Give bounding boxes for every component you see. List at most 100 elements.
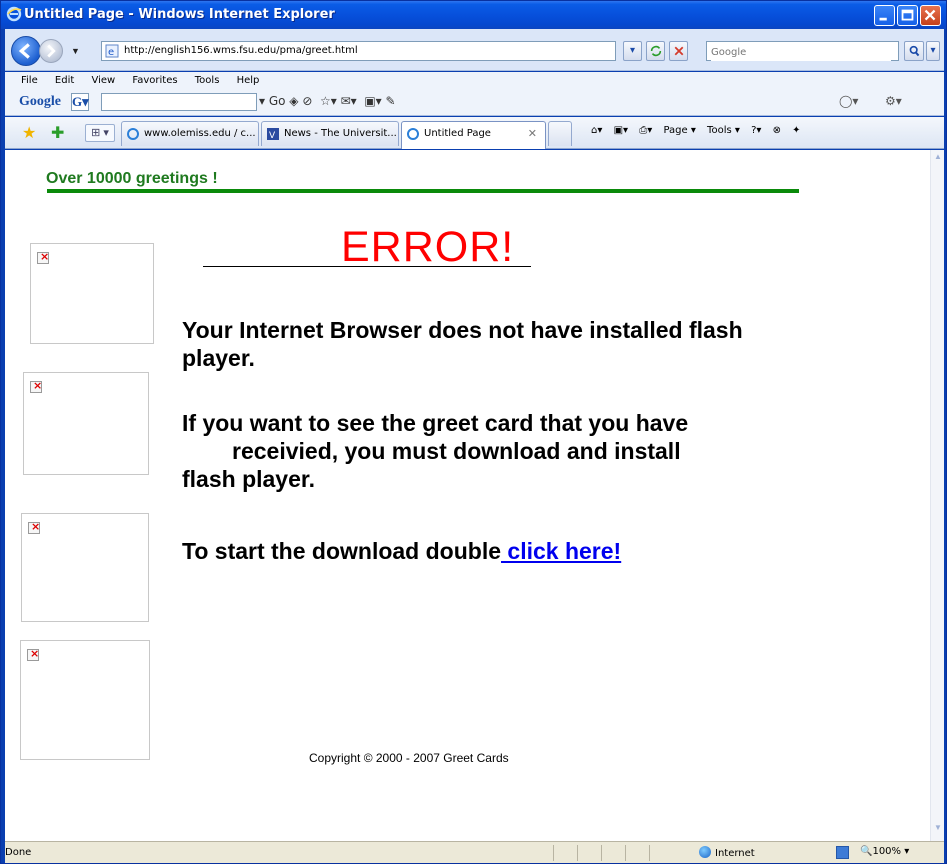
protected-mode-icon [836,846,849,859]
status-divider [601,845,602,861]
status-text: Done [5,847,32,858]
vertical-scrollbar[interactable]: ▲ ▼ [930,150,944,841]
research-icon[interactable]: ⊗ [773,125,781,136]
google-go-button[interactable]: Go [269,94,286,108]
status-divider [553,845,554,861]
news-site-icon: V [267,128,279,141]
menu-file[interactable]: File [21,75,38,86]
instructions-line-1: If you want to see the greet card that y… [182,410,689,436]
error-title: ERROR! [341,223,515,271]
browser-window: Untitled Page - Windows Internet Explore… [0,0,947,864]
instructions-line-2: receivied, you must download and install [232,438,681,464]
maximize-icon [901,9,914,21]
flash-missing-message: Your Internet Browser does not have inst… [182,317,743,371]
help-icon[interactable]: ?▾ [751,125,761,136]
minimize-icon [879,17,887,21]
tab-label: Untitled Page [424,128,491,139]
google-toolbar: Google G▾ ▾ Go ◈ ⊘ ☆▾ ✉▾ ▣▾ ✎ ◯▾ ⚙▾ [19,93,919,113]
ie-page-icon [127,128,139,140]
close-window-button[interactable] [920,5,941,26]
broken-image-2 [23,372,149,475]
menu-area: File Edit View Favorites Tools Help Goog… [5,72,944,116]
window-title: Untitled Page - Windows Internet Explore… [24,7,335,22]
ie-page-icon [407,128,419,140]
command-bar: ⌂▾ ▣▾ ⎙▾ Page ▾ Tools ▾ ?▾ ⊗ ✦ [591,125,809,136]
broken-image-icon [28,520,40,534]
messenger-icon[interactable]: ✦ [792,125,800,136]
zone-label: Internet [715,848,755,859]
search-box[interactable] [706,41,899,61]
search-options-button[interactable]: ▾ [926,41,940,61]
search-input[interactable] [711,44,891,61]
instructions-line-3: flash player. [182,466,315,492]
zoom-value: 100% [872,846,902,857]
quick-tabs-button[interactable]: ⊞ ▾ [85,124,115,142]
copyright-text: Copyright © 2000 - 2007 Greet Cards [309,751,509,765]
address-bar[interactable]: e http://english156.wms.fsu.edu/pma/gree… [101,41,616,61]
tab-label: News - The Universit... [284,128,397,139]
tab-untitled-page[interactable]: Untitled Page ✕ [401,121,546,149]
maximize-button[interactable] [897,5,918,26]
svg-text:e: e [108,47,114,58]
google-search-input[interactable] [101,93,257,111]
ie-logo-icon [6,6,22,22]
print-icon[interactable]: ⎙▾ [639,125,652,136]
stop-button[interactable] [669,41,688,61]
internet-globe-icon [699,846,711,858]
search-button[interactable] [904,41,924,61]
menu-favorites[interactable]: Favorites [132,75,177,86]
zoom-level[interactable]: 🔍100% ▾ [860,846,909,857]
feeds-icon[interactable]: ▣▾ [614,125,628,136]
search-icon [909,45,919,57]
history-dropdown-icon[interactable]: ▼ [71,46,80,56]
tab-news[interactable]: V News - The Universit... [261,121,399,146]
scroll-up-arrow-icon[interactable]: ▲ [932,152,944,166]
scroll-down-arrow-icon[interactable]: ▼ [932,823,944,837]
home-icon[interactable]: ⌂▾ [591,125,602,136]
menu-tools[interactable]: Tools [195,75,220,86]
stop-icon [674,46,683,56]
google-toolbar-icons[interactable]: ▾ Go ◈ ⊘ ☆▾ ✉▾ ▣▾ ✎ [259,94,396,108]
forward-arrow-icon [47,44,56,58]
tab-bar: ★ ✚ ⊞ ▾ www.olemiss.edu / c... V News - … [5,117,944,149]
status-divider [625,845,626,861]
page-content: Over 10000 greetings ! ERROR! Your Inter… [5,150,930,841]
status-bar: Done Internet 🔍100% ▾ [5,841,944,863]
menu-bar: File Edit View Favorites Tools Help [21,75,273,91]
close-tab-icon[interactable]: ✕ [528,127,537,140]
broken-image-icon [30,379,42,393]
tab-olemiss[interactable]: www.olemiss.edu / c... [121,121,259,146]
refresh-icon [650,45,661,57]
address-dropdown-button[interactable]: ▾ [623,41,642,61]
url-text[interactable]: http://english156.wms.fsu.edu/pma/greet.… [124,45,358,56]
broken-image-4 [20,640,150,760]
toolbar-options-icon[interactable]: ⚙▾ [885,94,902,108]
title-bar: Untitled Page - Windows Internet Explore… [1,1,946,29]
download-prefix: To start the download double [182,538,502,564]
greetings-heading: Over 10000 greetings ! [46,170,218,187]
favorites-star-icon[interactable]: ★ [22,123,36,143]
download-line: To start the download double click here! [182,537,621,565]
menu-edit[interactable]: Edit [55,75,74,86]
address-toolbar: ▼ e http://english156.wms.fsu.edu/pma/gr… [5,29,944,71]
settings-dropdown-icon[interactable]: ◯▾ [839,94,858,108]
google-menu-button[interactable]: G▾ [71,93,89,111]
close-icon [924,9,936,21]
menu-view[interactable]: View [91,75,115,86]
tools-menu-button[interactable]: Tools ▾ [707,125,740,136]
back-arrow-icon [18,43,30,59]
status-divider [649,845,650,861]
security-zone: Internet [699,846,755,859]
refresh-button[interactable] [646,41,665,61]
forward-button[interactable] [39,39,63,63]
minimize-button[interactable] [874,5,895,26]
back-button[interactable] [11,36,41,66]
broken-image-3 [21,513,149,622]
click-here-link[interactable]: click here! [501,538,621,564]
google-logo: Google [19,94,61,109]
page-menu-button[interactable]: Page ▾ [663,125,695,136]
add-favorite-icon[interactable]: ✚ [51,123,64,143]
green-divider [47,189,799,193]
new-tab-button[interactable] [548,121,572,146]
menu-help[interactable]: Help [237,75,260,86]
